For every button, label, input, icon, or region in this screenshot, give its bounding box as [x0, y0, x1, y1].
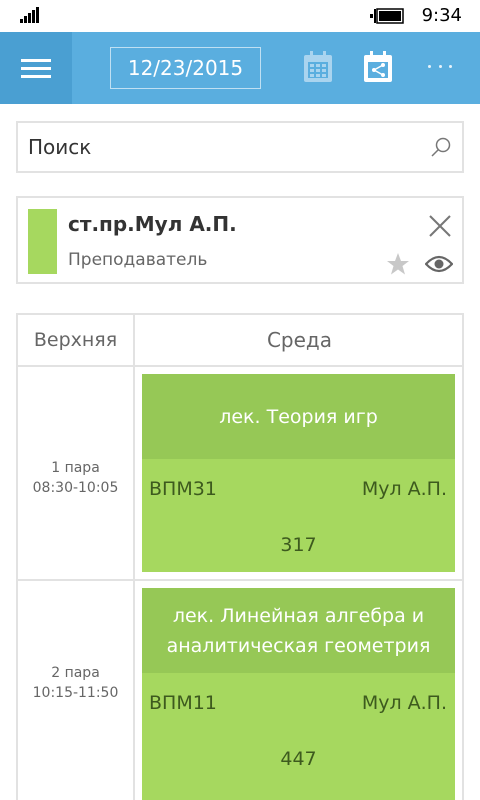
pair-time: 08:30-10:05 — [32, 480, 119, 496]
app-bar: 12/23/2015 — [0, 32, 480, 104]
battery-icon — [370, 8, 404, 24]
lesson-teacher: Мул А.П. — [361, 692, 447, 714]
lesson-room: 317 — [280, 534, 317, 556]
eye-icon[interactable] — [425, 253, 453, 275]
lesson-group: ВПМ31 — [149, 478, 217, 500]
star-icon[interactable] — [386, 252, 410, 276]
teacher-name: ст.пр.Мул А.П. — [68, 212, 237, 236]
table-row: 1 пара 08:30-10:05 лек. Теория игр ВПМ31… — [18, 367, 462, 581]
schedule-table: Верхняя Среда 1 пара 08:30-10:05 лек. Те… — [16, 313, 464, 800]
lesson-room: 447 — [280, 748, 317, 770]
lesson-card[interactable]: лек. Линейная алгебра и аналитическая ге… — [142, 588, 455, 800]
pair-time: 10:15-11:50 — [32, 685, 119, 701]
date-picker-button[interactable]: 12/23/2015 — [110, 47, 261, 89]
lesson-card[interactable]: лек. Теория игр ВПМ31 Мул А.П. 317 — [142, 374, 455, 572]
teacher-card[interactable]: ст.пр.Мул А.П. Преподаватель — [16, 196, 464, 284]
status-time: 9:34 — [421, 5, 462, 26]
pair-number: 2 пара — [51, 665, 100, 681]
time-cell: 2 пара 10:15-11:50 — [18, 581, 135, 800]
week-header: Верхняя — [18, 315, 135, 367]
lesson-group: ВПМ11 — [149, 692, 217, 714]
lesson-teacher: Мул А.П. — [361, 478, 447, 500]
signal-icon — [20, 7, 42, 23]
search-icon[interactable] — [430, 136, 452, 158]
calendar-icon[interactable] — [303, 51, 333, 83]
table-row: 2 пара 10:15-11:50 лек. Линейная алгебра… — [18, 581, 462, 800]
close-icon[interactable] — [428, 214, 452, 238]
lesson-title: лек. Теория игр — [142, 374, 455, 459]
pair-number: 1 пара — [51, 460, 100, 476]
calendar-share-icon[interactable] — [363, 51, 393, 83]
time-cell: 1 пара 08:30-10:05 — [18, 367, 135, 579]
search-box — [16, 121, 464, 173]
color-swatch — [28, 209, 57, 274]
teacher-role: Преподаватель — [68, 250, 208, 270]
hamburger-menu-icon[interactable] — [0, 32, 72, 104]
lesson-title: лек. Линейная алгебра и аналитическая ге… — [142, 588, 455, 673]
more-icon[interactable] — [420, 56, 460, 76]
day-header: Среда — [135, 315, 462, 367]
status-bar: 9:34 — [0, 0, 480, 32]
search-input[interactable] — [18, 123, 418, 171]
